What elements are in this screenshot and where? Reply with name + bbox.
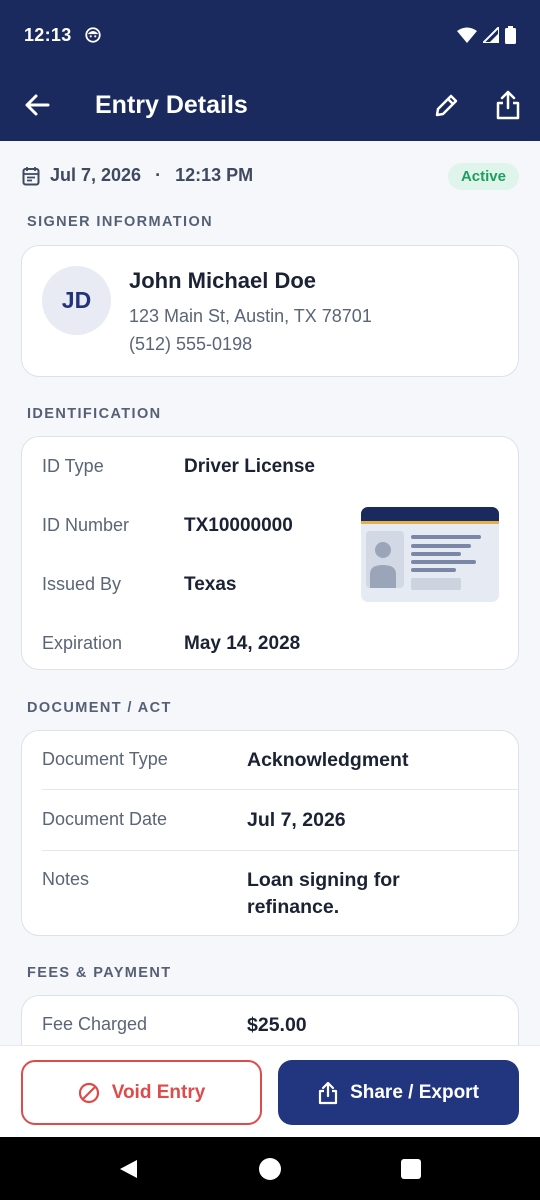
document-card: Document Type Acknowledgment Document Da… [21,730,519,936]
entry-content[interactable]: Jul 7, 2026 · 12:13 PM Active SIGNER INF… [0,141,540,1045]
battery-icon [505,26,516,44]
identification-section-label: IDENTIFICATION [27,406,162,422]
signer-name: John Michael Doe [129,268,317,293]
pencil-icon [435,94,458,117]
recents-square-icon [401,1159,421,1179]
nav-home-button[interactable] [258,1157,282,1181]
share-button[interactable] [492,88,524,122]
calendar-icon [22,166,40,185]
void-entry-button[interactable]: Void Entry [21,1060,262,1125]
document-section-label: DOCUMENT / ACT [27,700,172,716]
system-nav-bar [0,1137,540,1200]
signer-phone: (512) 555-0198 [129,334,253,354]
id-number-label: ID Number [42,515,130,535]
notification-app-icon [84,27,101,43]
page-title: Entry Details [95,91,248,119]
divider [42,789,518,790]
fee-charged-label: Fee Charged [42,1014,148,1034]
document-type-label: Document Type [42,749,168,769]
fees-card: Fee Charged $25.00 [21,995,519,1045]
signer-section-label: SIGNER INFORMATION [27,214,214,230]
back-button[interactable] [22,90,52,120]
issued-by-label: Issued By [42,574,122,594]
entry-datetime: Jul 7, 2026 · 12:13 PM [22,165,253,186]
wifi-icon [457,27,477,43]
share-icon [318,1081,338,1104]
fees-section-label: FEES & PAYMENT [27,965,172,981]
status-bar: 12:13 [0,0,540,70]
document-date-label: Document Date [42,809,168,829]
bottom-action-bar: Void Entry Share / Export [0,1045,540,1137]
edit-button[interactable] [430,90,462,122]
expiration-value: May 14, 2028 [184,633,301,654]
document-type-value: Acknowledgment [247,749,409,771]
divider [42,850,518,851]
document-date-value: Jul 7, 2026 [247,809,346,831]
expiration-label: Expiration [42,633,123,653]
void-icon [78,1082,99,1103]
entry-date: Jul 7, 2026 [50,165,142,185]
signer-address: 123 Main St, Austin, TX 78701 [129,306,372,326]
nav-recents-button[interactable] [399,1157,423,1181]
signal-icon [483,27,499,43]
status-badge: Active [447,163,519,190]
home-circle-icon [259,1158,281,1180]
avatar: JD [42,266,111,335]
app-bar: Entry Details [0,70,540,141]
nav-back-button[interactable] [116,1157,140,1181]
entry-time: 12:13 PM [175,165,254,185]
signer-card[interactable]: JD John Michael Doe 123 Main St, Austin,… [21,245,519,377]
id-type-value: Driver License [184,456,315,477]
notes-label: Notes [42,869,90,889]
status-icons [457,26,516,44]
void-entry-label: Void Entry [111,1081,206,1103]
datetime-separator: · [155,165,162,185]
share-export-button[interactable]: Share / Export [278,1060,519,1125]
share-export-label: Share / Export [350,1081,479,1103]
notes-value: Loan signing for refinance. [247,869,400,918]
id-card-icon[interactable] [361,507,499,602]
share-icon [496,90,520,120]
identification-card: ID Type Driver License ID Number TX10000… [21,436,519,670]
id-type-label: ID Type [42,456,104,476]
fee-charged-value: $25.00 [247,1014,307,1036]
back-arrow-icon [25,94,50,116]
issued-by-value: Texas [184,574,237,595]
id-number-value: TX10000000 [184,515,293,536]
back-triangle-icon [120,1160,137,1178]
status-time: 12:13 [24,24,72,45]
